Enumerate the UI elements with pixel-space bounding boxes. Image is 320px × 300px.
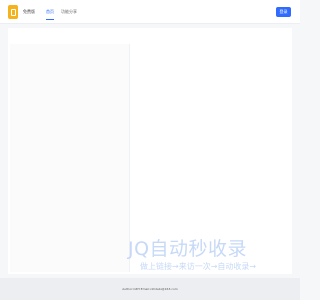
logo-mark xyxy=(10,8,16,16)
tab-feature-share[interactable]: 功能分享 xyxy=(61,9,77,14)
top-header: 免费版 首页 功能分享 登录 xyxy=(0,0,300,24)
active-tab-indicator xyxy=(46,19,54,20)
left-panel xyxy=(10,44,130,272)
brand-label: 免费版 xyxy=(23,9,35,14)
tab-home[interactable]: 首页 xyxy=(46,9,54,14)
app-logo[interactable] xyxy=(8,5,18,19)
footer: Author:CZH Email:czhdebi@163.com xyxy=(0,278,300,300)
footer-author-email: Author:CZH Email:czhdebi@163.com xyxy=(122,287,178,291)
login-button[interactable]: 登录 xyxy=(276,7,291,17)
